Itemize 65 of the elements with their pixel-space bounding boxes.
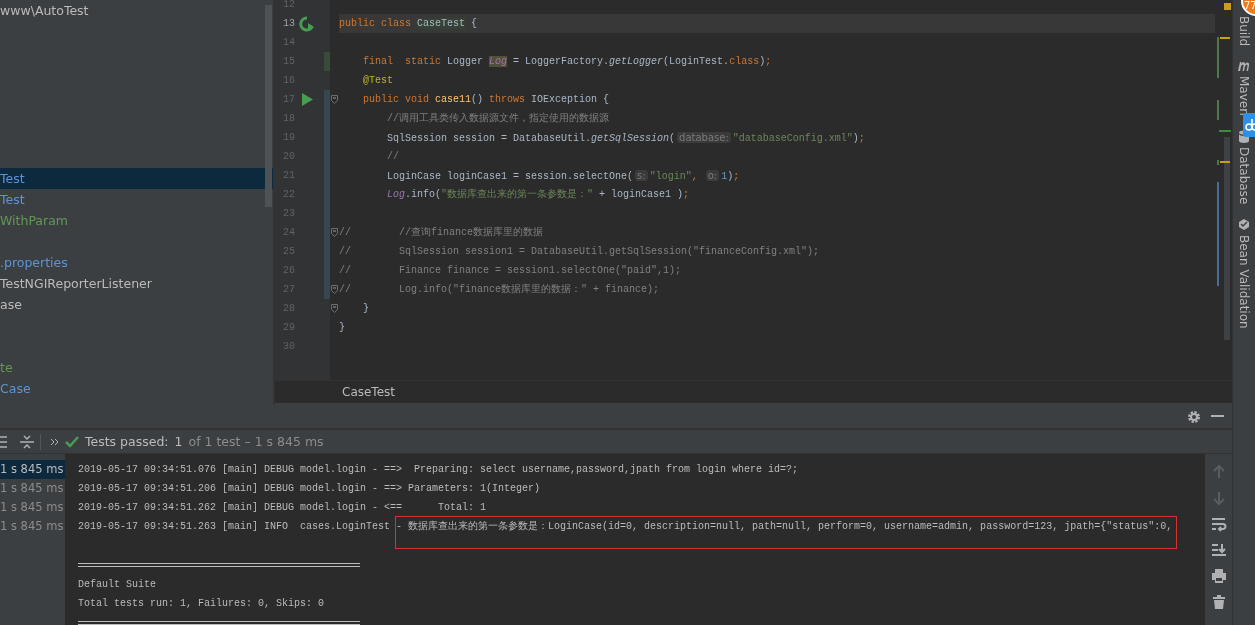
code-line: SqlSession session = DatabaseUtil.getSqlSession( database: "databaseConfig.xml"); [386, 133, 865, 144]
project-tree-item[interactable]: .properties [0, 254, 68, 272]
test-duration[interactable]: 1 s 845 ms [0, 498, 65, 517]
bean-check-icon[interactable] [1238, 218, 1250, 232]
change-marker[interactable] [324, 280, 330, 299]
scrollbar-thumb[interactable] [265, 5, 272, 207]
expand-all-icon[interactable] [0, 434, 8, 449]
tool-window-tab[interactable]: Database [1237, 146, 1251, 205]
printer-icon[interactable] [1210, 568, 1227, 584]
check-icon [65, 435, 79, 448]
tool-window-tab[interactable]: Bean Validation [1237, 235, 1251, 329]
code-line: // Log.info("finance数据库里的数据：" + finance); [339, 284, 660, 295]
run-icon[interactable] [301, 93, 313, 106]
test-duration[interactable]: 1 s 845 ms [0, 517, 65, 536]
code-line: LoginCase loginCase1 = session.selectOne( s: "login", o: 1); [386, 171, 740, 182]
code-line: // [386, 151, 399, 162]
minimize-icon[interactable] [1211, 415, 1224, 418]
project-tree-item[interactable]: www\AutoTest [0, 2, 89, 20]
project-tree-item[interactable]: Test [0, 170, 25, 188]
code-line: public void case11() throws IOException { [362, 94, 610, 105]
soft-wrap-icon[interactable] [1210, 516, 1227, 532]
run-class-icon[interactable] [299, 15, 315, 32]
tool-window-tab[interactable]: Build [1237, 16, 1251, 47]
fold-icon[interactable] [331, 285, 338, 294]
fold-icon[interactable] [331, 95, 338, 104]
code-line: // //查询finance数据库里的数据 [339, 227, 544, 238]
code-line: } [339, 322, 345, 333]
settings-icon[interactable] [1187, 409, 1201, 424]
scroll-to-end-icon[interactable] [1210, 542, 1227, 558]
code-line: //调用工具类传入数据源文件，指定使用的数据源 [386, 113, 609, 124]
test-summary: of 1 test – 1 s 845 ms [188, 434, 324, 449]
test-duration[interactable]: 1 s 845 ms [0, 479, 65, 498]
fold-icon[interactable] [331, 228, 338, 237]
change-marker[interactable] [324, 90, 330, 109]
code-line: // Finance finance = session1.selectOne("paid",1); [339, 265, 682, 276]
fold-icon[interactable] [331, 304, 338, 313]
project-tree-item[interactable]: TestNGIReporterListener [0, 275, 152, 293]
console-line: 2019-05-17 09:34:51.206 [main] DEBUG model.login - ==> Parameters: 1(Integer) [78, 483, 541, 494]
test-status: Tests passed: [85, 434, 169, 449]
console-line: 2019-05-17 09:34:51.263 [main] INFO cases.LoginTest - 数据库查出来的第一条参数是：LoginCase(id=0, description=null, path=null, perform=0, username=admin, password=123, jpath={"status":0, [78, 521, 1173, 532]
code-line: } [362, 303, 369, 314]
test-count: 1 [174, 434, 183, 449]
console-line: 2019-05-17 09:34:51.262 [main] DEBUG model.login - <== Total: 1 [78, 502, 487, 513]
console-line: Total tests run: 1, Failures: 0, Skips: 0 [78, 598, 325, 609]
test-duration[interactable]: 1 s 845 ms [0, 460, 65, 479]
code-line: public class CaseTest { [339, 18, 478, 29]
more-icon[interactable] [51, 437, 59, 446]
maven-icon[interactable] [1237, 60, 1251, 73]
project-tree-item[interactable]: Test [0, 191, 25, 209]
console-line: 2019-05-17 09:34:51.076 [main] DEBUG model.login - ==> Preparing: select username,password,jpath from login where id=?; [78, 464, 799, 475]
change-marker[interactable] [324, 52, 330, 71]
tool-window-tab[interactable]: Maven [1237, 76, 1251, 116]
line-number: 13 [282, 17, 295, 31]
project-tree-item[interactable]: ase [0, 296, 22, 314]
collapse-all-icon[interactable] [20, 434, 34, 449]
project-tree-item[interactable]: Case [0, 380, 31, 398]
breadcrumb[interactable]: CaseTest [342, 385, 395, 399]
code-line: // SqlSession session1 = DatabaseUtil.getSqlSession("financeConfig.xml"); [339, 246, 820, 257]
project-tree-item[interactable]: WithParam [0, 212, 68, 230]
console-line: Default Suite [78, 579, 156, 590]
project-tree-item[interactable]: te [0, 359, 13, 377]
trash-icon[interactable] [1210, 594, 1227, 610]
code-line: final static Logger Log = LoggerFactory.getLogger(LoginTest.class); [362, 56, 772, 67]
notification-badge[interactable]: 77 [1241, 0, 1255, 16]
code-line: @Test [362, 75, 393, 86]
